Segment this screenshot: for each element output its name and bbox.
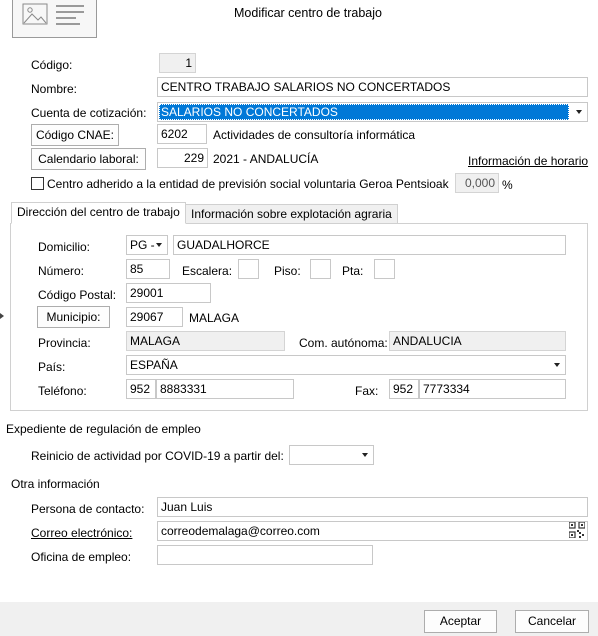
escalera-field[interactable] [238, 259, 259, 279]
accept-button[interactable]: Aceptar [424, 610, 497, 633]
informacion-horario-link[interactable]: Información de horario [468, 154, 588, 168]
calendario-button[interactable]: Calendario laboral: [31, 148, 146, 170]
correo-field[interactable]: correodemalaga@correo.com [157, 521, 588, 541]
chevron-down-icon[interactable] [571, 103, 587, 121]
geroa-value: 0,000 [455, 173, 499, 193]
cuenta-label: Cuenta de cotización: [31, 106, 147, 120]
numero-field[interactable]: 85 [126, 259, 170, 279]
geroa-label: Centro adherido a la entidad de previsió… [47, 177, 449, 191]
otra-heading: Otra información [11, 477, 100, 491]
piso-label: Piso: [274, 264, 301, 278]
pta-label: Pta: [342, 264, 364, 278]
escalera-label: Escalera: [182, 264, 233, 278]
pais-value: ESPAÑA [130, 358, 178, 372]
codigo-field[interactable]: 1 [159, 53, 196, 73]
fax-label: Fax: [355, 384, 379, 398]
domicilio-label: Domicilio: [38, 240, 91, 254]
tab-explotacion-agraria[interactable]: Información sobre explotación agraria [185, 204, 398, 224]
fax-prefix-field[interactable]: 952 [389, 379, 419, 399]
piso-field[interactable] [310, 259, 331, 279]
reinicio-date-select[interactable] [289, 445, 374, 465]
qr-code-icon[interactable] [568, 521, 586, 539]
chevron-down-icon[interactable] [357, 446, 373, 464]
com-autonoma-field: ANDALUCIA [389, 331, 566, 351]
nombre-field[interactable]: CENTRO TRABAJO SALARIOS NO CONCERTADOS [157, 77, 588, 97]
domicilio-tipo-select[interactable]: PG - [126, 235, 168, 255]
cnae-code-field[interactable]: 6202 [157, 124, 207, 144]
pais-select[interactable]: ESPAÑA [126, 355, 566, 375]
footer-bar [0, 602, 598, 636]
expand-left-icon[interactable] [0, 313, 4, 319]
oficina-field[interactable] [157, 545, 373, 565]
geroa-checkbox[interactable] [31, 177, 44, 190]
calendario-description: 2021 - ANDALUCÍA [213, 152, 319, 166]
geroa-unit: % [502, 178, 513, 192]
cnae-description: Actividades de consultoría informática [213, 128, 416, 142]
codigo-postal-field[interactable]: 29001 [126, 283, 211, 303]
provincia-label: Provincia: [38, 336, 91, 350]
pta-field[interactable] [374, 259, 395, 279]
correo-link[interactable]: Correo electrónico: [31, 526, 132, 540]
chevron-down-icon[interactable] [549, 356, 565, 374]
domicilio-field[interactable]: GUADALHORCE [173, 235, 566, 255]
cancel-button[interactable]: Cancelar [515, 610, 589, 633]
window-title: Modificar centro de trabajo [234, 6, 382, 20]
com-autonoma-label: Com. autónoma: [299, 336, 388, 350]
contacto-field[interactable]: Juan Luis [157, 497, 588, 517]
cuenta-select[interactable]: SALARIOS NO CONCERTADOS [157, 102, 588, 122]
header-image-icon [12, 0, 97, 38]
codigo-postal-label: Código Postal: [38, 288, 117, 302]
pais-label: País: [38, 360, 66, 374]
provincia-field: MALAGA [126, 331, 285, 351]
reinicio-label: Reinicio de actividad por COVID-19 a par… [31, 449, 284, 463]
cuenta-selected-value: SALARIOS NO CONCERTADOS [159, 104, 569, 120]
erte-heading: Expediente de regulación de empleo [6, 422, 201, 436]
contacto-label: Persona de contacto: [31, 502, 145, 516]
chevron-down-icon[interactable] [151, 236, 167, 254]
fax-field[interactable]: 7773334 [419, 379, 566, 399]
municipio-name: MALAGA [189, 311, 240, 325]
telefono-field[interactable]: 8883331 [156, 379, 294, 399]
numero-label: Número: [38, 264, 85, 278]
telefono-label: Teléfono: [38, 384, 87, 398]
codigo-label: Código: [31, 58, 73, 72]
telefono-prefix-field[interactable]: 952 [126, 379, 156, 399]
cnae-button[interactable]: Código CNAE: [31, 124, 119, 146]
municipio-button[interactable]: Municipio: [37, 306, 110, 328]
calendario-code-field[interactable]: 229 [157, 148, 208, 168]
oficina-label: Oficina de empleo: [31, 550, 132, 564]
nombre-label: Nombre: [31, 82, 78, 96]
tab-direccion[interactable]: Dirección del centro de trabajo [11, 202, 186, 224]
municipio-code-field[interactable]: 29067 [126, 307, 183, 327]
